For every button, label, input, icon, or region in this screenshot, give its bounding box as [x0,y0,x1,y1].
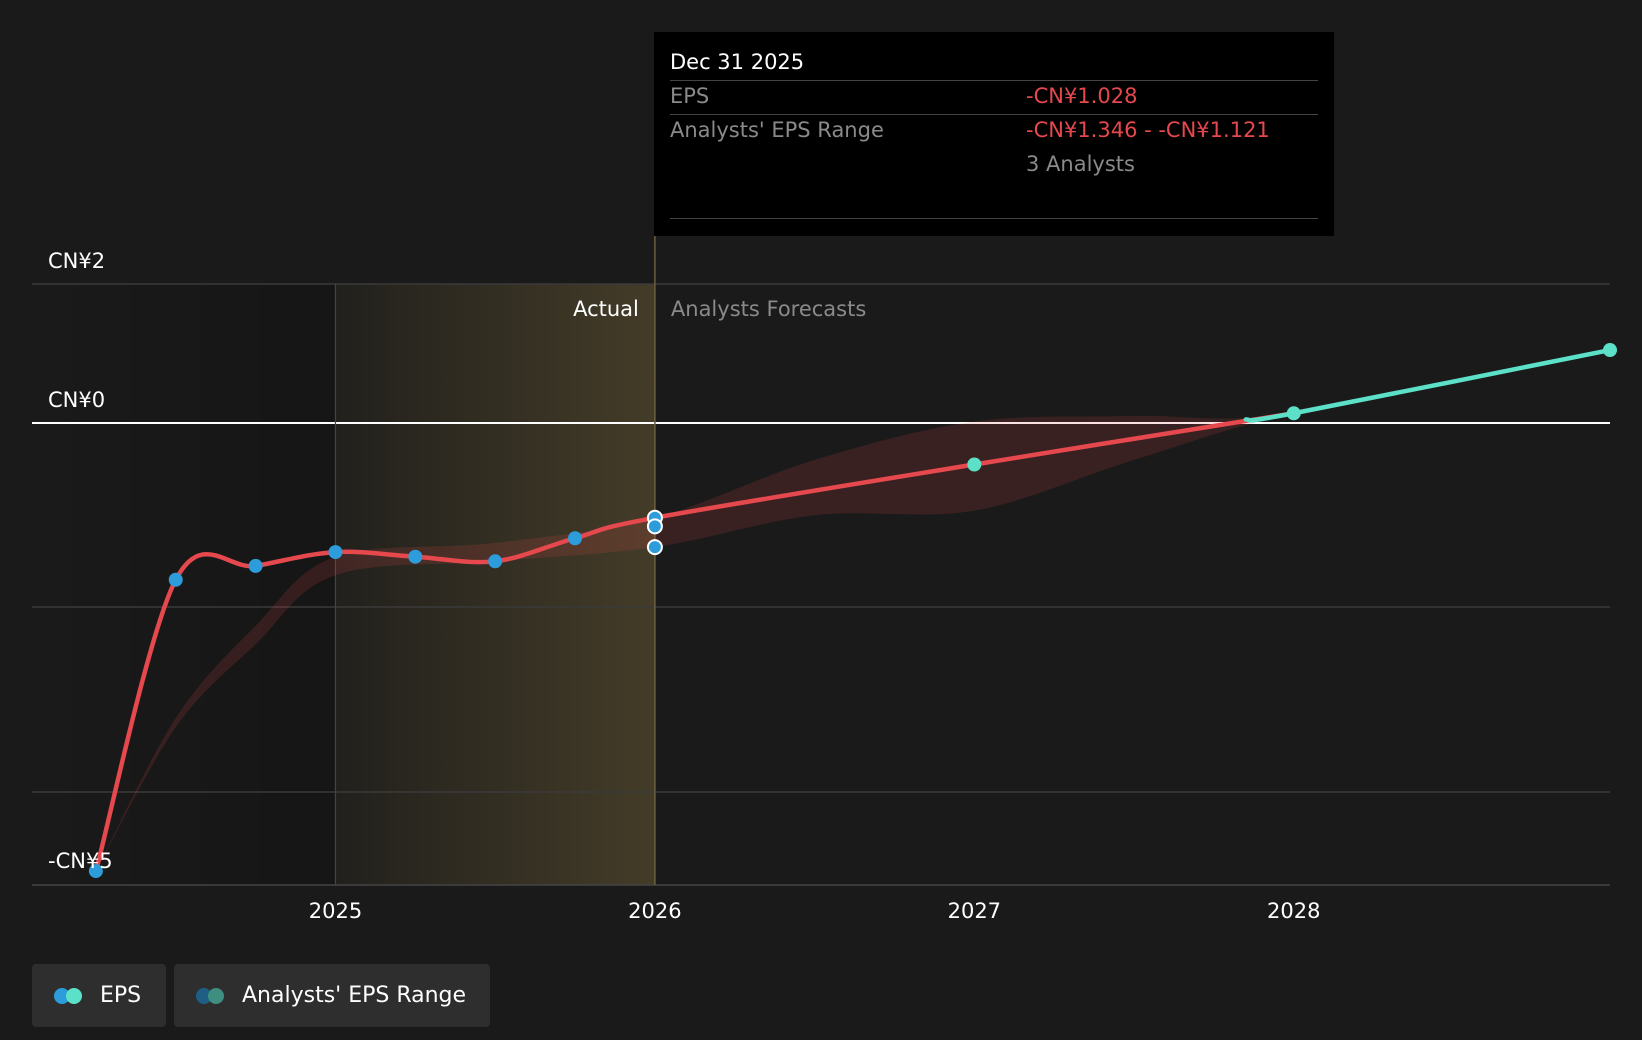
tooltip-divider [670,80,1318,81]
y-tick-label: CN¥0 [48,388,105,412]
x-tick-label: 2027 [948,899,1001,923]
eps-data-point [408,549,423,564]
eps-data-point [568,531,583,546]
tooltip-divider [670,114,1318,115]
eps-data-point [967,457,982,472]
range-forecast-swatch-icon [208,987,224,1004]
tooltip-date: Dec 31 2025 [670,50,805,74]
tooltip-eps-label: EPS [670,84,710,108]
x-tick-label: 2026 [628,899,681,923]
eps-data-point [1603,343,1617,358]
x-tick-label: 2028 [1267,899,1320,923]
eps-forecast-line [1243,347,1613,423]
eps-data-point [488,554,503,569]
legend-range-swatch [196,987,226,1005]
eps-chart: CN¥2 CN¥0 -CN¥5 2025 2026 2027 2028 Actual Analy… [0,0,1642,1040]
range-data-point [646,539,663,556]
legend-eps-label: EPS [100,983,142,1008]
pre-history-shade [32,284,336,885]
tooltip-range-value: -CN¥1.346 - -CN¥1.121 [1026,118,1270,142]
eps-data-point [168,572,183,587]
legend-eps-swatch [54,987,84,1005]
y-tick-label: -CN¥5 [48,849,113,873]
legend-item-eps[interactable]: EPS [32,964,166,1027]
forecast-label: Analysts Forecasts [671,297,866,321]
range-data-point [646,518,663,535]
actual-period-shade [335,284,655,885]
x-tick-label: 2025 [309,899,362,923]
tooltip-range-label: Analysts' EPS Range [670,118,884,142]
legend-item-range[interactable]: Analysts' EPS Range [174,964,490,1027]
actual-label: Actual [573,297,639,321]
eps-forecast-swatch-icon [66,987,82,1004]
eps-data-point [1286,406,1301,421]
tooltip-analysts: 3 Analysts [1026,152,1135,176]
tooltip-eps-value: -CN¥1.028 [1026,84,1138,108]
legend-range-label: Analysts' EPS Range [242,983,467,1008]
eps-data-point [248,558,263,573]
eps-data-point [328,545,343,560]
tooltip-divider [670,218,1318,219]
y-tick-label: CN¥2 [48,249,105,273]
tooltip: Dec 31 2025 EPS -CN¥1.028 Analysts' EPS … [654,32,1334,236]
